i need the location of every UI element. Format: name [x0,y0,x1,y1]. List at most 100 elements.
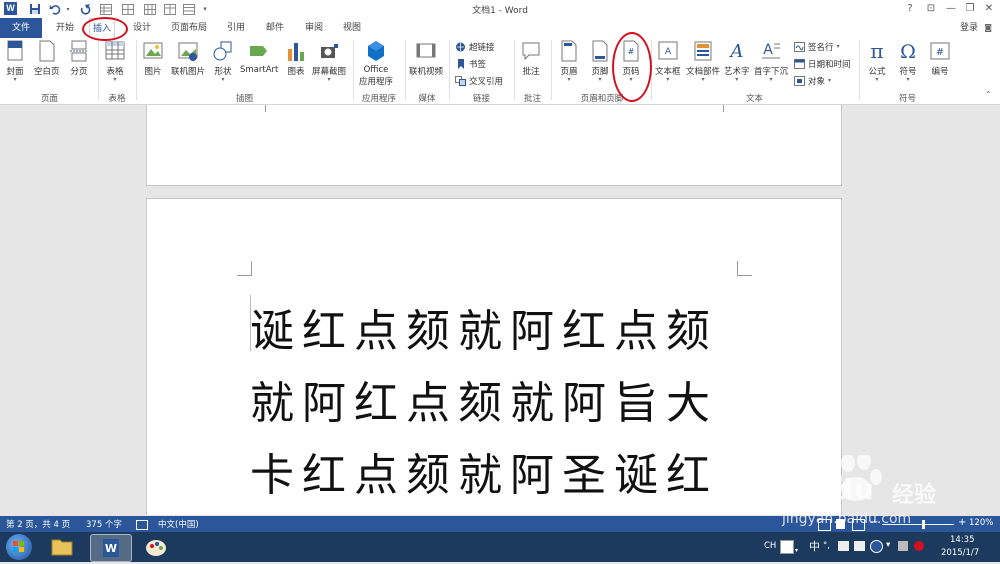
blank-page-label: 空白页 [34,67,60,77]
ime-mode[interactable]: 中 [809,538,820,554]
language-status[interactable]: 中文(中国) [158,518,199,530]
online-picture-button[interactable]: 联机图片 [171,40,205,77]
office-apps-sublabel: 应用程序 [359,77,394,87]
blank-page-button[interactable]: 空白页 [34,40,60,77]
textbox-button[interactable]: A 文本框 ▾ [655,40,681,83]
redo-icon[interactable] [78,2,92,16]
undo-icon[interactable] [48,2,62,16]
taskbar-paint[interactable] [136,534,176,560]
hyperlink-label: 超链接 [469,43,495,53]
smartart-button[interactable]: SmartArt [240,40,278,75]
object-icon [794,76,805,86]
cross-reference-button[interactable]: 交叉引用 [455,75,503,87]
group-label-text: 文本 [745,94,763,104]
wordart-button[interactable]: A 艺术字 ▾ [724,40,750,83]
cover-page-icon [7,40,23,61]
equation-button[interactable]: π 公式 ▾ [867,40,887,83]
title-bar: W ▾ ▾ 文档1 - Word ? ⊡ — ❐ ✕ [0,0,1000,18]
customize-icon[interactable]: ▾ [200,2,210,16]
numbering-button[interactable]: # 编号 [930,40,950,77]
taskbar-word[interactable]: W [90,534,132,562]
minimize-button[interactable]: — [942,2,960,16]
word-count-status[interactable]: 375 个字 [86,518,122,530]
punctuation-icon[interactable]: °, [823,541,830,551]
date-time-button[interactable]: 日期和时间 [794,58,851,70]
svg-text:#: # [936,47,944,58]
start-button[interactable] [6,534,32,560]
tray-expand-icon[interactable]: ▾ [795,547,798,554]
symbol-button[interactable]: Ω 符号 ▾ [898,40,918,83]
save-icon[interactable] [28,2,42,16]
comment-icon [522,42,540,61]
office-apps-button[interactable]: Office 应用程序 [359,40,393,87]
settings-icon[interactable] [854,541,865,551]
restore-button[interactable]: ❐ [961,2,979,16]
tool-icon[interactable] [838,541,849,551]
tab-design[interactable]: 设计 [130,18,154,38]
taskbar-explorer[interactable] [42,534,82,560]
tab-page-layout[interactable]: 页面布局 [168,18,210,38]
tab-home[interactable]: 开始 [53,18,77,38]
cover-page-button[interactable]: 封面 ▾ [5,40,25,83]
footer-button[interactable]: 页脚 ▾ [590,40,610,83]
collapse-ribbon-icon[interactable]: ⌃ [985,90,992,99]
tab-review[interactable]: 审阅 [302,18,326,38]
watermark-brand-cn: 经验 [892,483,937,508]
clock-time[interactable]: 14:35 [950,535,975,545]
tab-mailings[interactable]: 邮件 [263,18,287,38]
table-icon[interactable] [121,2,135,16]
online-video-button[interactable]: 联机视频 [409,40,443,77]
table-icon[interactable] [99,2,113,16]
page-break-button[interactable]: 分页 [69,40,89,77]
word-icon: W [103,539,119,557]
document-area[interactable]: 诞红点颏就阿红点颏 就阿红点颏就阿旨大 卡红点颏就阿圣诞红 [0,105,1000,515]
document-line: 就阿红点颏就阿旨大 [250,378,718,429]
header-button[interactable]: 页眉 ▾ [559,40,579,83]
close-button[interactable]: ✕ [980,2,998,16]
header-icon [561,40,577,62]
picture-icon [143,42,163,59]
undo-dropdown-icon[interactable]: ▾ [64,2,72,16]
tab-references[interactable]: 引用 [224,18,248,38]
table-icon[interactable] [163,2,177,16]
table-button[interactable]: 表格 ▾ [105,40,125,83]
chart-button[interactable]: 图表 [286,40,306,77]
tray-arrow-icon[interactable]: ▾ [886,540,890,550]
sign-in-link[interactable]: 登录 [960,18,978,38]
proofing-icon[interactable] [136,520,148,530]
smartart-label: SmartArt [240,65,279,75]
omega-icon: Ω [900,41,916,62]
object-button[interactable]: 对象 ▾ [794,75,831,87]
blank-page-icon [39,40,55,62]
clock-date[interactable]: 2015/1/7 [941,548,979,558]
online-video-label: 联机视频 [409,67,444,77]
group-label-apps: 应用程序 [361,94,396,104]
quick-parts-button[interactable]: 文档部件 ▾ [686,40,720,83]
keyboard-icon[interactable] [780,540,794,554]
watermark-url: jingyan.baidu.com [782,511,912,527]
table-icon[interactable] [182,2,196,16]
help-icon[interactable] [870,540,883,553]
table-icon[interactable] [143,2,157,16]
help-button[interactable]: ? [901,2,919,16]
ribbon-display-options-button[interactable]: ⊡ [922,2,940,16]
cross-reference-label: 交叉引用 [469,77,504,87]
picture-button[interactable]: 图片 [143,40,163,77]
dropcap-button[interactable]: A 首字下沉 ▾ [754,40,788,83]
comment-button[interactable]: 批注 [521,40,541,77]
network-icon[interactable] [898,541,908,551]
tab-file[interactable]: 文件 [0,18,42,38]
security-icon[interactable] [914,541,924,551]
page-count-status[interactable]: 第 2 页，共 4 页 [6,518,70,530]
ime-indicator[interactable]: CH [764,541,776,551]
signature-line-button[interactable]: 签名行 ▾ [794,41,840,53]
textbox-icon: A [658,41,678,60]
comment-label: 批注 [522,67,540,77]
screenshot-button[interactable]: 屏幕截图 ▾ [312,40,346,83]
shapes-button[interactable]: 形状 ▾ [213,40,233,83]
bookmark-button[interactable]: 书签 [455,58,486,70]
hyperlink-button[interactable]: 超链接 [455,41,495,53]
user-avatar-icon[interactable]: ◙ [984,23,992,32]
tab-view[interactable]: 视图 [340,18,364,38]
office-store-icon [368,41,384,61]
